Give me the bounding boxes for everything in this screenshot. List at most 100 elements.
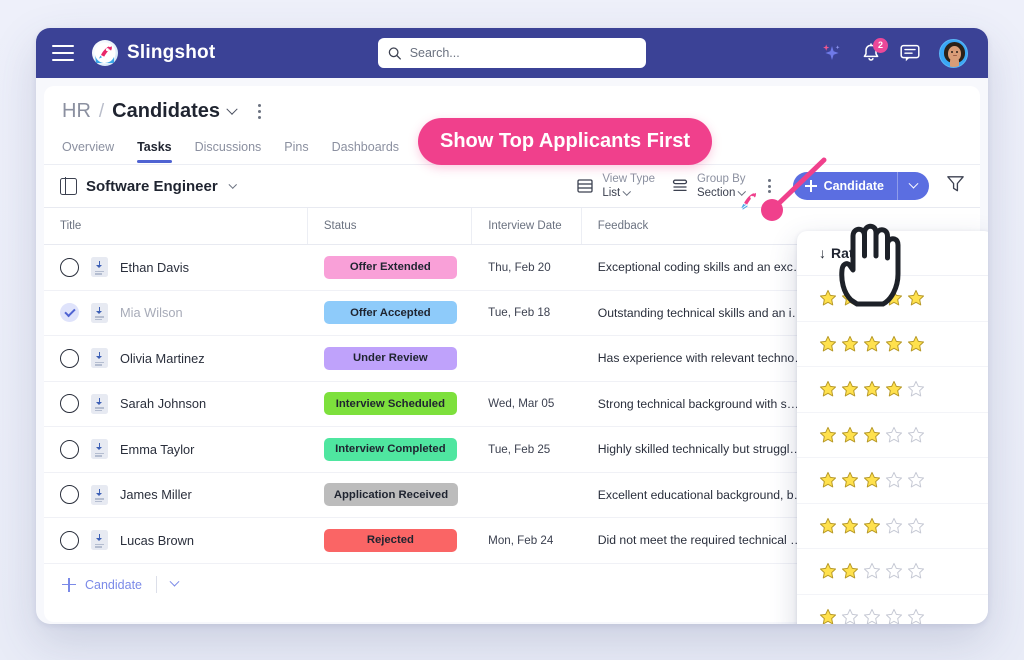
star-filled-icon[interactable] (819, 517, 837, 535)
star-filled-icon[interactable] (819, 380, 837, 398)
filter-icon[interactable] (945, 173, 966, 199)
star-filled-icon[interactable] (841, 517, 859, 535)
status-badge[interactable]: Interview Completed (323, 437, 457, 461)
search-input[interactable] (409, 46, 636, 60)
column-header-title[interactable]: Title (44, 208, 308, 244)
avatar[interactable] (939, 38, 968, 68)
rating-column-panel: ↓ Rating (797, 231, 988, 624)
status-badge[interactable]: Offer Accepted (323, 301, 457, 325)
star-filled-icon[interactable] (863, 289, 881, 307)
star-empty-icon[interactable] (907, 380, 925, 398)
status-badge[interactable]: Rejected (323, 528, 457, 552)
star-filled-icon[interactable] (819, 289, 837, 307)
star-filled-icon[interactable] (885, 335, 903, 353)
star-filled-icon[interactable] (863, 517, 881, 535)
tab-discussions[interactable]: Discussions (195, 140, 262, 163)
star-filled-icon[interactable] (819, 471, 837, 489)
status-badge[interactable]: Application Received (323, 483, 459, 507)
interview-date: Mon, Feb 24 (488, 533, 554, 547)
star-filled-icon[interactable] (841, 471, 859, 489)
star-filled-icon[interactable] (907, 289, 925, 307)
row-checkbox[interactable] (60, 485, 79, 505)
chevron-down-icon[interactable] (169, 576, 180, 587)
star-filled-icon[interactable] (863, 426, 881, 444)
bell-icon[interactable]: 2 (861, 37, 888, 64)
star-empty-icon[interactable] (863, 608, 881, 624)
brand[interactable]: Slingshot (92, 40, 215, 66)
page-title: Candidates (112, 100, 220, 122)
row-checkbox[interactable] (60, 530, 79, 550)
breadcrumb-parent[interactable]: HR (62, 100, 91, 123)
rating-cell[interactable] (797, 504, 988, 549)
sparkle-icon[interactable] (821, 43, 843, 63)
rating-cell[interactable] (797, 322, 988, 367)
status-badge[interactable]: Under Review (323, 346, 457, 370)
rating-column-header[interactable]: ↓ Rating (797, 231, 988, 276)
chevron-down-icon[interactable] (623, 187, 631, 196)
star-empty-icon[interactable] (907, 426, 925, 444)
rating-cell[interactable] (797, 367, 988, 413)
star-empty-icon[interactable] (907, 608, 925, 624)
column-header-interview-date[interactable]: Interview Date (472, 208, 582, 244)
row-checkbox-checked[interactable] (60, 303, 79, 323)
resume-document-icon (91, 484, 108, 505)
star-empty-icon[interactable] (885, 471, 903, 489)
star-filled-icon[interactable] (819, 562, 837, 580)
section-header[interactable]: Software Engineer (60, 176, 237, 196)
add-candidate-dropdown[interactable] (897, 172, 929, 200)
star-filled-icon[interactable] (885, 289, 903, 307)
chevron-down-icon[interactable] (228, 180, 237, 189)
view-type-control[interactable]: View Type List (576, 172, 655, 201)
rating-cell[interactable] (797, 276, 988, 322)
notification-badge: 2 (873, 37, 888, 53)
star-filled-icon[interactable] (819, 426, 837, 444)
star-filled-icon[interactable] (841, 380, 859, 398)
star-empty-icon[interactable] (885, 608, 903, 624)
rating-cell[interactable] (797, 595, 988, 624)
row-checkbox[interactable] (60, 394, 79, 414)
star-filled-icon[interactable] (863, 380, 881, 398)
star-filled-icon[interactable] (841, 335, 859, 353)
star-empty-icon[interactable] (841, 608, 859, 624)
row-checkbox[interactable] (60, 257, 79, 277)
rating-cell[interactable] (797, 458, 988, 504)
star-filled-icon[interactable] (885, 380, 903, 398)
star-empty-icon[interactable] (885, 517, 903, 535)
star-filled-icon[interactable] (819, 335, 837, 353)
star-empty-icon[interactable] (863, 562, 881, 580)
rating-column-label: Rating (831, 245, 875, 261)
star-filled-icon[interactable] (907, 335, 925, 353)
row-checkbox[interactable] (60, 348, 79, 368)
column-header-status[interactable]: Status (308, 208, 473, 244)
row-checkbox[interactable] (60, 439, 79, 459)
tab-overview[interactable]: Overview (62, 140, 114, 163)
star-filled-icon[interactable] (841, 426, 859, 444)
status-badge[interactable]: Offer Extended (323, 255, 457, 279)
star-empty-icon[interactable] (907, 471, 925, 489)
cell-title: Emma Taylor (44, 427, 308, 472)
tab-dashboards[interactable]: Dashboards (332, 140, 399, 163)
status-badge[interactable]: Interview Scheduled (323, 392, 457, 416)
tab-pins[interactable]: Pins (284, 140, 308, 163)
page-more-menu-icon[interactable] (252, 101, 267, 121)
add-candidate-link[interactable]: Candidate (62, 577, 142, 592)
star-filled-icon[interactable] (841, 562, 859, 580)
feedback-text: Did not meet the required technical … (597, 533, 803, 548)
add-candidate-row-label: Candidate (85, 577, 142, 592)
star-empty-icon[interactable] (907, 517, 925, 535)
star-filled-icon[interactable] (841, 289, 859, 307)
star-empty-icon[interactable] (907, 562, 925, 580)
rating-cell[interactable] (797, 549, 988, 595)
hamburger-icon[interactable] (52, 45, 74, 61)
star-filled-icon[interactable] (863, 335, 881, 353)
star-empty-icon[interactable] (885, 426, 903, 444)
star-empty-icon[interactable] (885, 562, 903, 580)
search-bar[interactable] (378, 38, 646, 68)
tab-tasks[interactable]: Tasks (137, 140, 172, 163)
collapse-panel-icon[interactable] (60, 176, 77, 196)
rating-cell[interactable] (797, 413, 988, 458)
star-filled-icon[interactable] (863, 471, 881, 489)
chat-icon[interactable] (899, 43, 921, 63)
star-filled-icon[interactable] (819, 608, 837, 624)
chevron-down-icon[interactable] (226, 103, 238, 115)
